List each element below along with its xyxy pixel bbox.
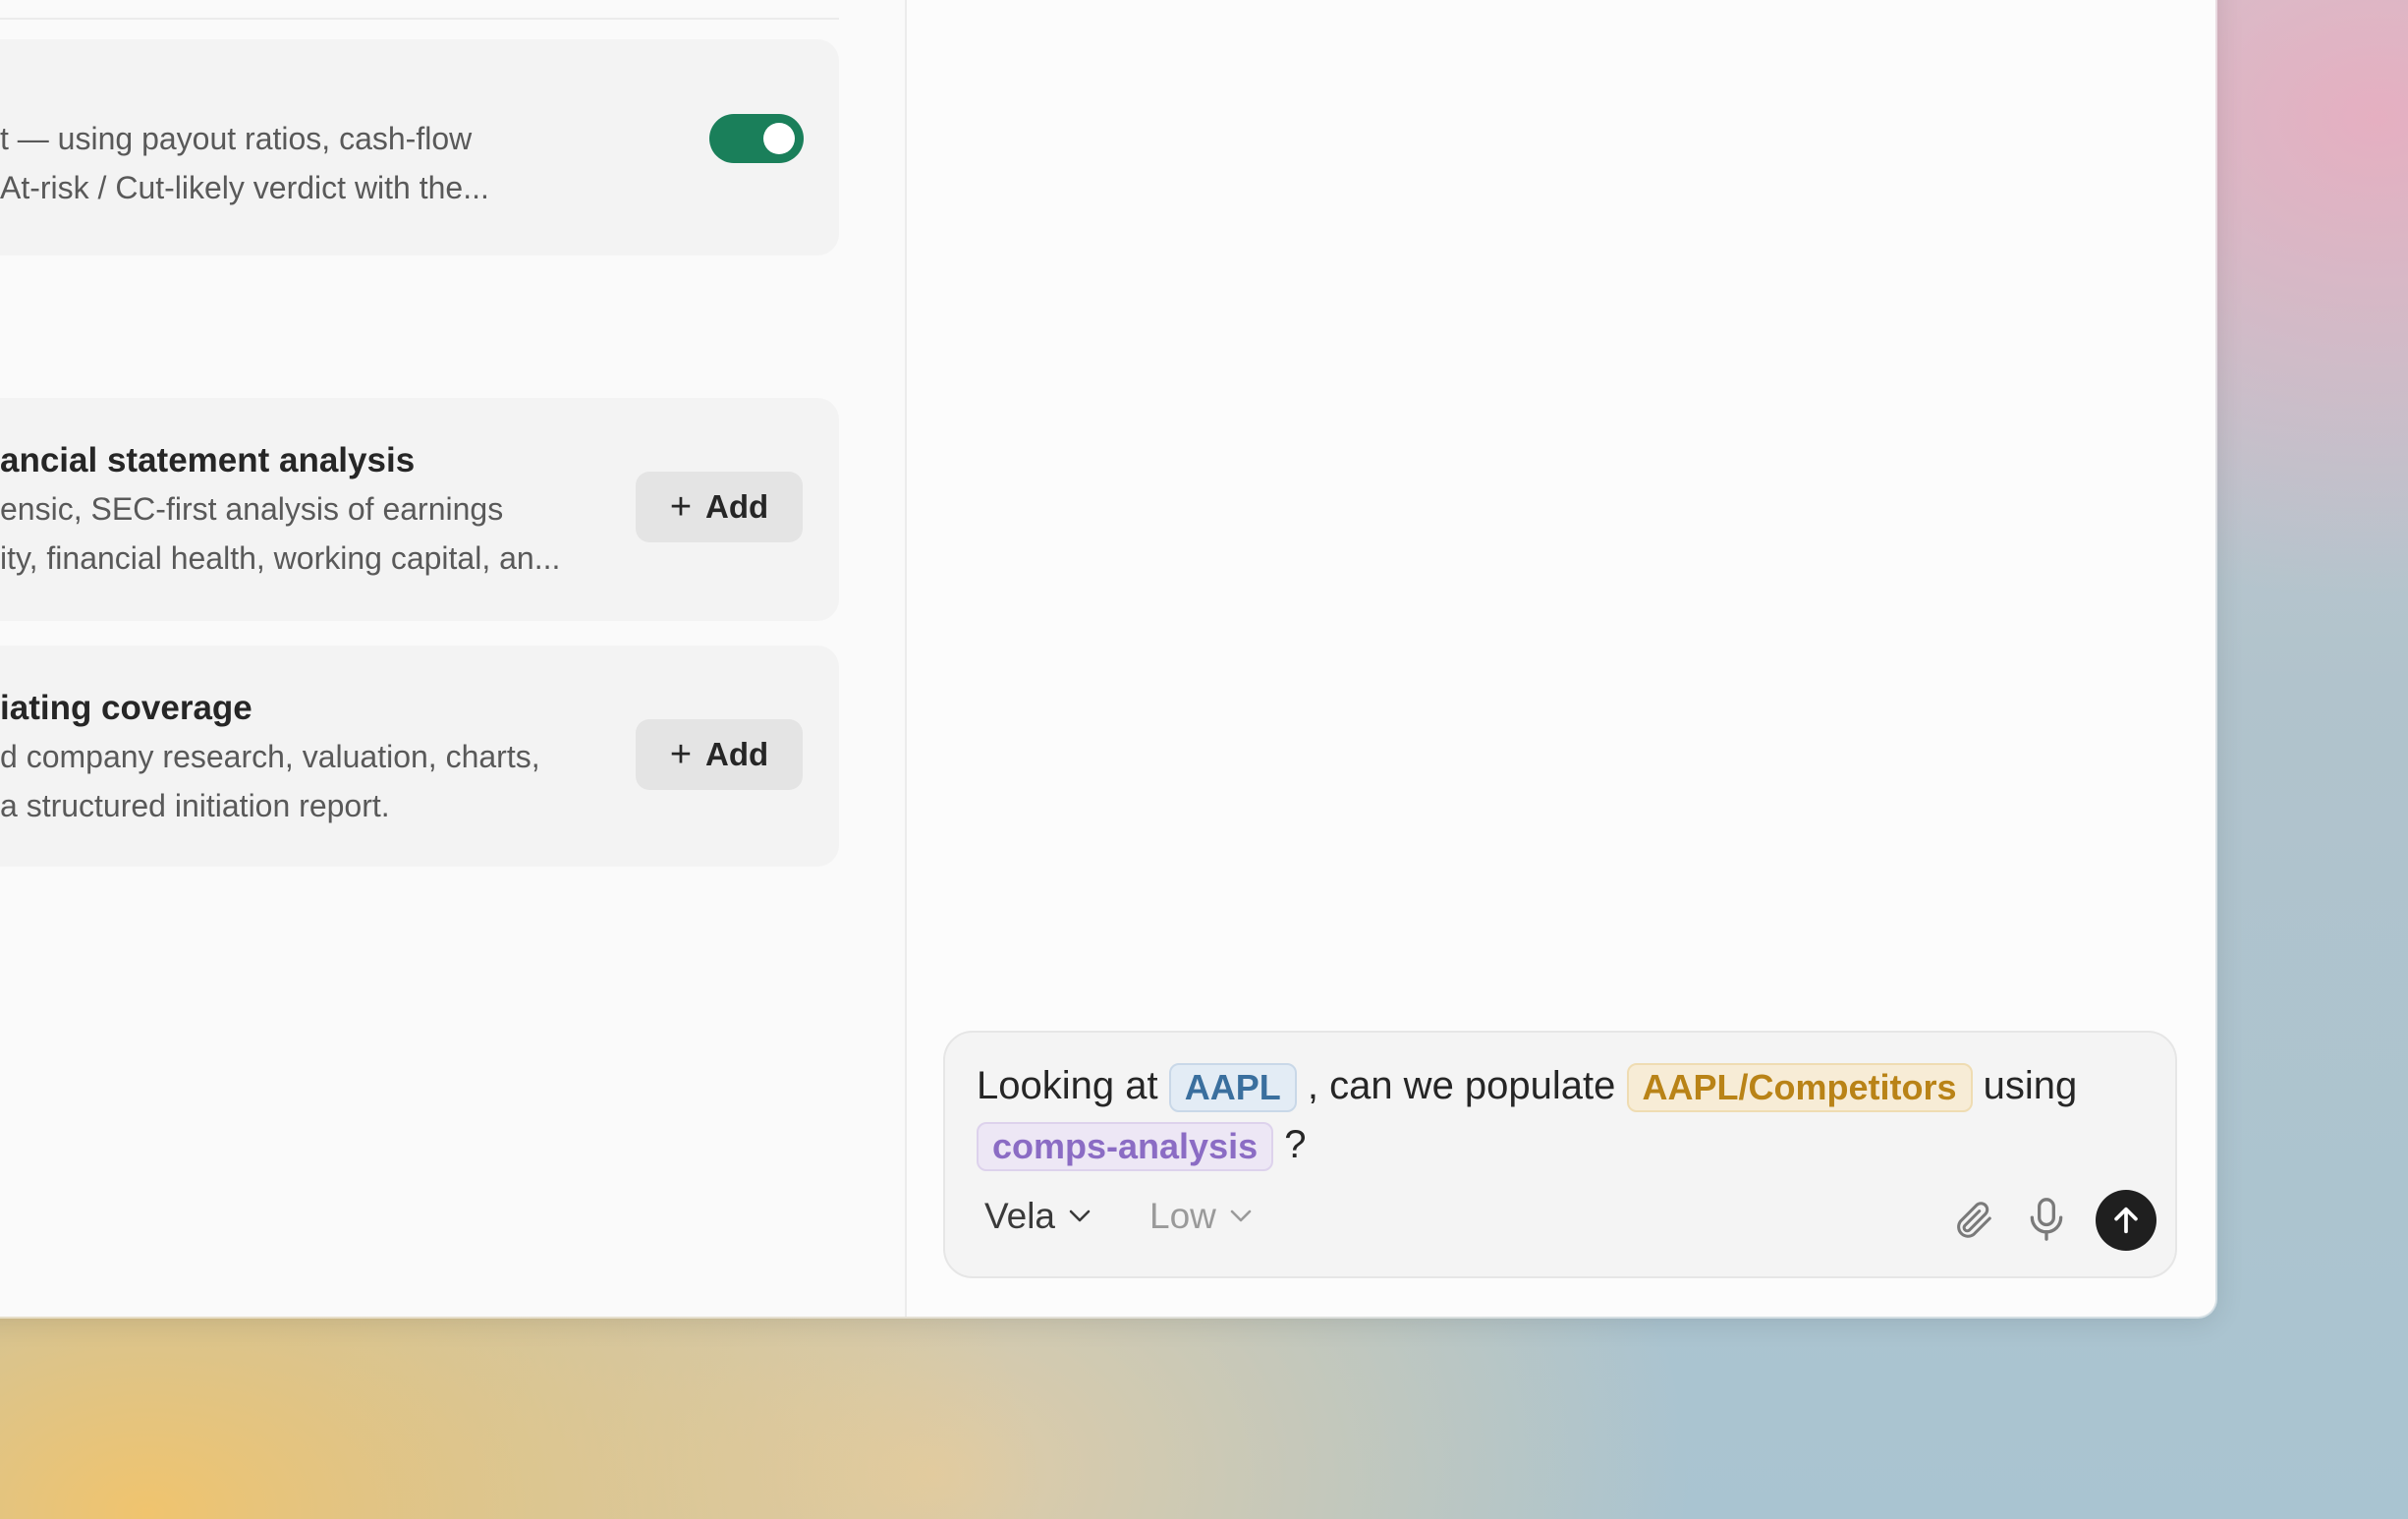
skill-description-line: d company research, valuation, charts, bbox=[0, 739, 540, 774]
enabled-skill-card: t — using payout ratios, cash-flow At-ri… bbox=[0, 39, 839, 255]
paperclip-icon bbox=[1957, 1202, 1991, 1238]
add-skill-button[interactable]: + Add bbox=[636, 719, 803, 790]
skill-description-line: ity, financial health, working capital, … bbox=[0, 540, 561, 576]
composer-text-segment: using bbox=[1983, 1064, 2078, 1107]
plus-icon: + bbox=[669, 734, 693, 775]
arrow-up-icon bbox=[2114, 1207, 2138, 1234]
skill-title: iating coverage bbox=[0, 689, 252, 727]
file-mention-chip[interactable]: AAPL/Competitors bbox=[1626, 1063, 1973, 1113]
skill-title: ancial statement analysis bbox=[0, 441, 416, 479]
divider-line bbox=[0, 18, 839, 20]
composer-input[interactable]: Looking at AAPL , can we populate AAPL/C… bbox=[977, 1056, 2136, 1174]
message-composer[interactable]: Looking at AAPL , can we populate AAPL/C… bbox=[943, 1031, 2177, 1278]
effort-label: Low bbox=[1149, 1196, 1216, 1236]
add-skill-button[interactable]: + Add bbox=[636, 472, 803, 542]
available-skill-card: iating coverage d company research, valu… bbox=[0, 646, 839, 867]
chevron-down-icon bbox=[1230, 1210, 1252, 1222]
toggle-knob bbox=[763, 123, 795, 154]
model-label: Vela bbox=[984, 1196, 1056, 1236]
effort-selector[interactable]: Low bbox=[1149, 1196, 1252, 1237]
voice-input-button[interactable] bbox=[2017, 1190, 2076, 1249]
composer-text-segment: ? bbox=[1284, 1123, 1307, 1166]
attach-button[interactable] bbox=[1943, 1190, 2002, 1249]
send-button[interactable] bbox=[2096, 1190, 2156, 1251]
skill-mention-chip[interactable]: comps-analysis bbox=[977, 1122, 1274, 1172]
skill-enabled-toggle[interactable] bbox=[709, 114, 804, 163]
add-button-label: Add bbox=[705, 488, 769, 525]
skill-description-line: a structured initiation report. bbox=[0, 788, 390, 823]
skill-description: d company research, valuation, charts, a… bbox=[0, 732, 540, 830]
microphone-icon bbox=[2030, 1198, 2063, 1241]
chat-panel: Looking at AAPL , can we populate AAPL/C… bbox=[907, 0, 2215, 1317]
skill-description: ensic, SEC-first analysis of earnings it… bbox=[0, 484, 560, 583]
skills-panel: t — using payout ratios, cash-flow At-ri… bbox=[0, 0, 905, 1317]
add-button-label: Add bbox=[705, 736, 769, 772]
skill-description-line: At-risk / Cut-likely verdict with the... bbox=[0, 170, 489, 205]
available-skill-card: ancial statement analysis ensic, SEC-fir… bbox=[0, 398, 839, 621]
skill-description-line: t — using payout ratios, cash-flow bbox=[0, 121, 473, 156]
composer-text-segment: Looking at bbox=[977, 1064, 1158, 1107]
plus-icon: + bbox=[669, 486, 693, 528]
composer-text-segment: , can we populate bbox=[1307, 1064, 1616, 1107]
ticker-mention-chip[interactable]: AAPL bbox=[1168, 1063, 1297, 1113]
skill-description-line: ensic, SEC-first analysis of earnings bbox=[0, 491, 504, 527]
app-window: t — using payout ratios, cash-flow At-ri… bbox=[0, 0, 2215, 1317]
model-selector[interactable]: Vela bbox=[984, 1196, 1091, 1237]
skill-description: t — using payout ratios, cash-flow At-ri… bbox=[0, 114, 489, 212]
chevron-down-icon bbox=[1069, 1210, 1091, 1222]
